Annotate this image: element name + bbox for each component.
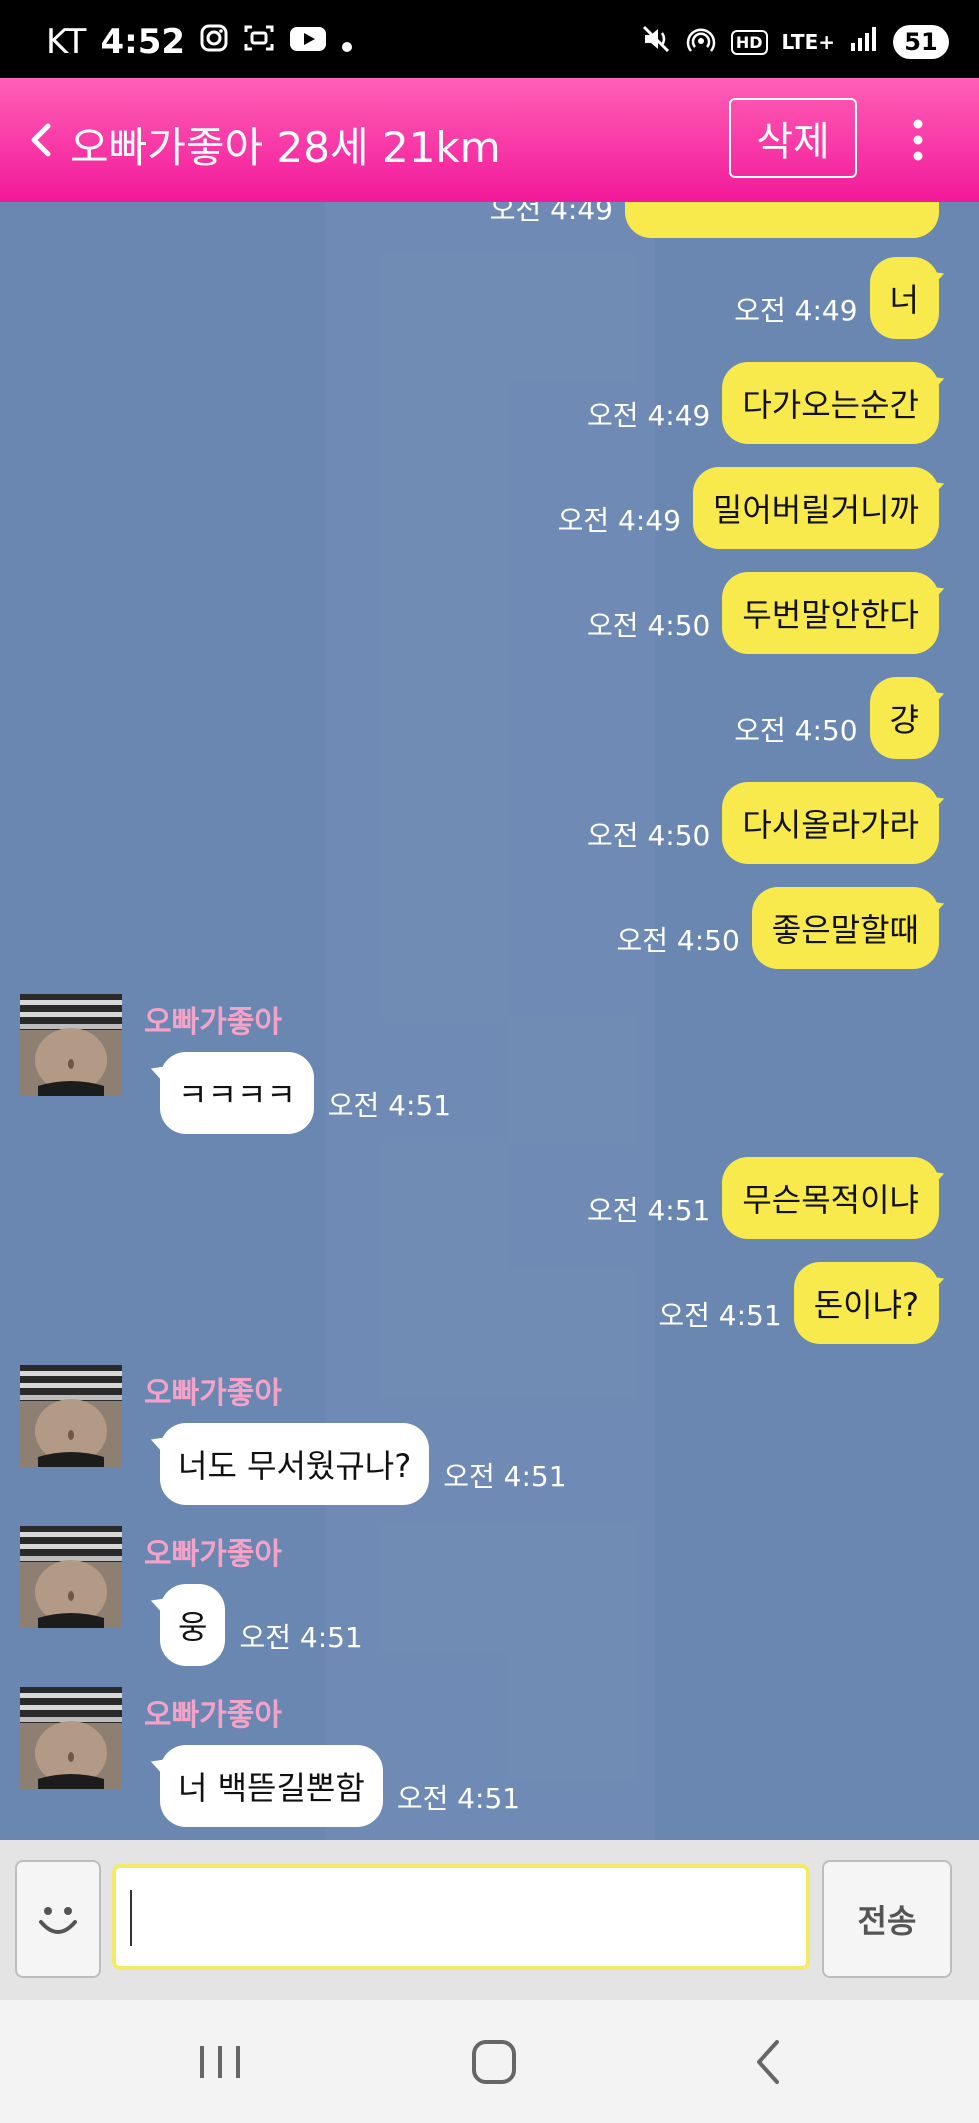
signal-icon: [849, 25, 879, 59]
network-type-label: LTE+: [781, 30, 836, 54]
message-partial: 오전 4:49: [490, 202, 939, 238]
notification-dot-icon: [341, 22, 353, 62]
smiley-icon: [39, 1907, 77, 1934]
message-outgoing: 오전 4:49 너: [734, 257, 939, 339]
message-time: 오전 4:51: [327, 1089, 452, 1122]
profile-photo: [20, 1526, 122, 1628]
recent-apps-icon: [200, 2046, 240, 2078]
sender-name: 오빠가좋아: [144, 1537, 282, 1572]
message-time: 오전 4:49: [734, 294, 858, 327]
message-bubble: 다가오는순간: [722, 362, 939, 444]
message-incoming: ㅋㅋㅋㅋ 오전 4:51: [160, 1052, 451, 1134]
message-outgoing: 오전 4:49 다가오는순간: [587, 362, 939, 444]
message-time: 오전 4:50: [587, 609, 711, 642]
message-bubble: 좋은말할때: [751, 887, 939, 969]
message-bubble: 너 백뜯길뽄함: [160, 1745, 383, 1827]
chevron-left-icon: [31, 123, 51, 157]
sender-name: 오빠가좋아: [144, 1376, 282, 1411]
message-outgoing: 오전 4:50 좋은말할때: [616, 887, 939, 969]
mute-icon: [641, 24, 671, 60]
back-button[interactable]: [22, 112, 62, 168]
avatar[interactable]: [20, 1365, 122, 1467]
text-cursor: [130, 1890, 132, 1946]
message-outgoing: 오전 4:50 걍: [734, 677, 939, 759]
message-bubble: 다시올라가라: [722, 782, 939, 864]
sender-name: 오빠가좋아: [144, 1698, 282, 1733]
hd-voice-icon: HD: [730, 29, 768, 55]
message-bubble: 너도 무서웠규나?: [160, 1423, 430, 1505]
message-bubble: 웅: [160, 1584, 226, 1666]
home-icon: [472, 2040, 516, 2084]
message-outgoing: 오전 4:50 두번말안한다: [587, 572, 939, 654]
delete-button[interactable]: 삭제: [729, 98, 857, 178]
message-incoming: 웅 오전 4:51: [160, 1584, 363, 1666]
instagram-icon: [199, 22, 229, 62]
emoji-button[interactable]: [15, 1860, 101, 1978]
message-time: 오전 4:50: [616, 924, 740, 957]
message-bubble: 돈이냐?: [793, 1262, 939, 1344]
screenshot-icon: [243, 22, 275, 62]
message-time: 오전 4:49: [489, 202, 613, 226]
message-time: 오전 4:49: [557, 504, 681, 537]
message-bubble: [625, 202, 939, 238]
chat-list[interactable]: 오전 4:49 오전 4:49 너 오전 4:49 다가오는순간 오전 4:49…: [0, 202, 979, 1840]
message-time: 오전 4:50: [587, 819, 711, 852]
avatar[interactable]: [20, 1526, 122, 1628]
back-icon: [757, 2040, 779, 2084]
clock: 4:52: [100, 22, 186, 62]
message-bubble: 너: [869, 257, 939, 339]
back-nav-button[interactable]: [733, 2030, 803, 2094]
send-button[interactable]: 전송: [822, 1860, 952, 1978]
home-button[interactable]: [459, 2030, 529, 2094]
message-bubble: 두번말안한다: [722, 572, 939, 654]
message-time: 오전 4:50: [734, 714, 858, 747]
message-composer: 전송: [0, 1840, 979, 2000]
battery-indicator: 51: [893, 25, 949, 59]
message-time: 오전 4:51: [239, 1621, 363, 1654]
message-time: 오전 4:51: [443, 1460, 567, 1493]
message-outgoing: 오전 4:51 돈이냐?: [658, 1262, 939, 1344]
carrier-label: KT: [46, 22, 87, 62]
profile-photo: [20, 1687, 122, 1789]
message-bubble: 걍: [869, 677, 939, 759]
message-input[interactable]: [112, 1864, 810, 1970]
more-vertical-icon: [913, 119, 923, 161]
profile-photo: [20, 1365, 122, 1467]
message-time: 오전 4:49: [587, 399, 711, 432]
message-bubble: ㅋㅋㅋㅋ: [160, 1052, 314, 1134]
hotspot-icon: [685, 24, 717, 60]
message-outgoing: 오전 4:50 다시올라가라: [587, 782, 939, 864]
message-bubble: 무슨목적이냐: [722, 1157, 939, 1239]
message-incoming: 너도 무서웠규나? 오전 4:51: [160, 1423, 567, 1505]
message-time: 오전 4:51: [396, 1782, 521, 1815]
profile-photo: [20, 994, 122, 1096]
message-outgoing: 오전 4:51 무슨목적이냐: [587, 1157, 939, 1239]
message-incoming: 너 백뜯길뽄함 오전 4:51: [160, 1745, 520, 1827]
message-time: 오전 4:51: [587, 1194, 711, 1227]
avatar[interactable]: [20, 994, 122, 1096]
sender-name: 오빠가좋아: [144, 1005, 282, 1040]
avatar[interactable]: [20, 1687, 122, 1789]
recent-apps-button[interactable]: [185, 2030, 255, 2094]
system-nav-bar: [0, 2000, 979, 2123]
chat-title: 오빠가좋아 28세 21km: [70, 123, 501, 172]
message-time: 오전 4:51: [658, 1299, 782, 1332]
more-options-button[interactable]: [905, 112, 931, 168]
message-bubble: 밀어버릴거니까: [692, 467, 939, 549]
status-bar: KT 4:52 HD LTE+ 51: [0, 0, 979, 78]
chat-header: 오빠가좋아 28세 21km 삭제: [0, 78, 979, 202]
youtube-icon: [289, 22, 327, 62]
message-outgoing: 오전 4:49 밀어버릴거니까: [558, 467, 939, 549]
